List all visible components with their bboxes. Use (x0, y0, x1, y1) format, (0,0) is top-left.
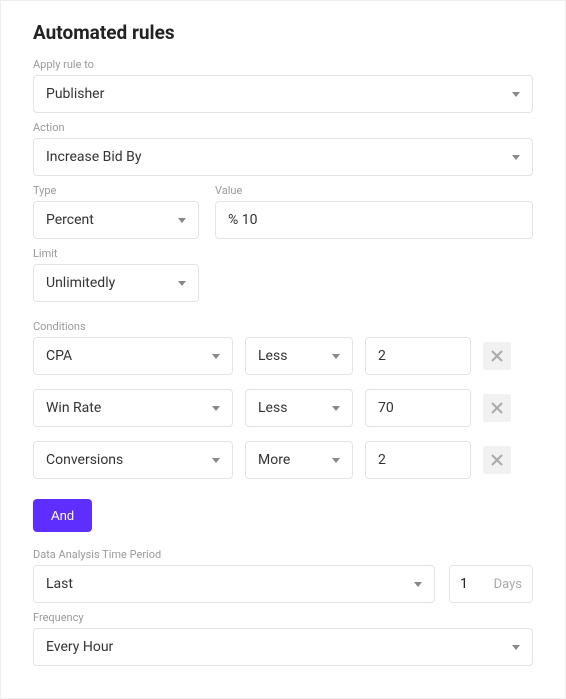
frequency-value: Every Hour (46, 639, 512, 655)
condition-metric-value: CPA (46, 348, 212, 364)
close-icon (490, 349, 504, 363)
condition-operator-select[interactable]: More (245, 441, 353, 479)
chevron-down-icon (512, 92, 520, 97)
value-input[interactable]: % 10 (215, 201, 533, 239)
frequency-select[interactable]: Every Hour (33, 628, 533, 666)
remove-condition-button[interactable] (483, 394, 511, 422)
conditions-label: Conditions (33, 320, 533, 333)
condition-operator-select[interactable]: Less (245, 389, 353, 427)
value-label: Value (215, 184, 533, 197)
period-value-text: 1 (460, 576, 468, 592)
remove-condition-button[interactable] (483, 342, 511, 370)
period-unit-text: Days (494, 577, 522, 592)
condition-value-text: 2 (378, 452, 386, 468)
type-value: Percent (46, 212, 178, 228)
chevron-down-icon (178, 281, 186, 286)
condition-row: Conversions More 2 (33, 441, 533, 479)
limit-label: Limit (33, 247, 199, 260)
condition-value-text: 2 (378, 348, 386, 364)
period-value-input[interactable]: 1 Days (449, 565, 533, 603)
frequency-label: Frequency (33, 611, 533, 624)
chevron-down-icon (332, 354, 340, 359)
chevron-down-icon (414, 582, 422, 587)
period-mode-value: Last (46, 576, 414, 592)
chevron-down-icon (212, 406, 220, 411)
limit-value: Unlimitedly (46, 275, 178, 291)
condition-operator-value: Less (258, 400, 332, 416)
chevron-down-icon (212, 354, 220, 359)
chevron-down-icon (212, 458, 220, 463)
condition-metric-select[interactable]: Win Rate (33, 389, 233, 427)
action-label: Action (33, 121, 533, 134)
type-select[interactable]: Percent (33, 201, 199, 239)
action-value: Increase Bid By (46, 149, 512, 165)
condition-operator-value: Less (258, 348, 332, 364)
condition-value-text: 70 (378, 400, 394, 416)
close-icon (490, 401, 504, 415)
chevron-down-icon (332, 458, 340, 463)
action-select[interactable]: Increase Bid By (33, 138, 533, 176)
apply-to-select[interactable]: Publisher (33, 75, 533, 113)
condition-value-input[interactable]: 70 (365, 389, 471, 427)
condition-operator-select[interactable]: Less (245, 337, 353, 375)
chevron-down-icon (512, 155, 520, 160)
condition-operator-value: More (258, 452, 332, 468)
apply-to-label: Apply rule to (33, 58, 533, 71)
page-title: Automated rules (33, 21, 533, 44)
condition-value-input[interactable]: 2 (365, 441, 471, 479)
data-period-label: Data Analysis Time Period (33, 548, 533, 561)
condition-value-input[interactable]: 2 (365, 337, 471, 375)
condition-metric-select[interactable]: CPA (33, 337, 233, 375)
close-icon (490, 453, 504, 467)
condition-row: Win Rate Less 70 (33, 389, 533, 427)
type-label: Type (33, 184, 199, 197)
value-text: % 10 (228, 212, 257, 228)
apply-to-value: Publisher (46, 86, 512, 102)
condition-row: CPA Less 2 (33, 337, 533, 375)
chevron-down-icon (178, 218, 186, 223)
and-button[interactable]: And (33, 499, 92, 532)
condition-metric-value: Win Rate (46, 400, 212, 416)
condition-metric-value: Conversions (46, 452, 212, 468)
period-mode-select[interactable]: Last (33, 565, 435, 603)
remove-condition-button[interactable] (483, 446, 511, 474)
chevron-down-icon (332, 406, 340, 411)
chevron-down-icon (512, 645, 520, 650)
condition-metric-select[interactable]: Conversions (33, 441, 233, 479)
limit-select[interactable]: Unlimitedly (33, 264, 199, 302)
